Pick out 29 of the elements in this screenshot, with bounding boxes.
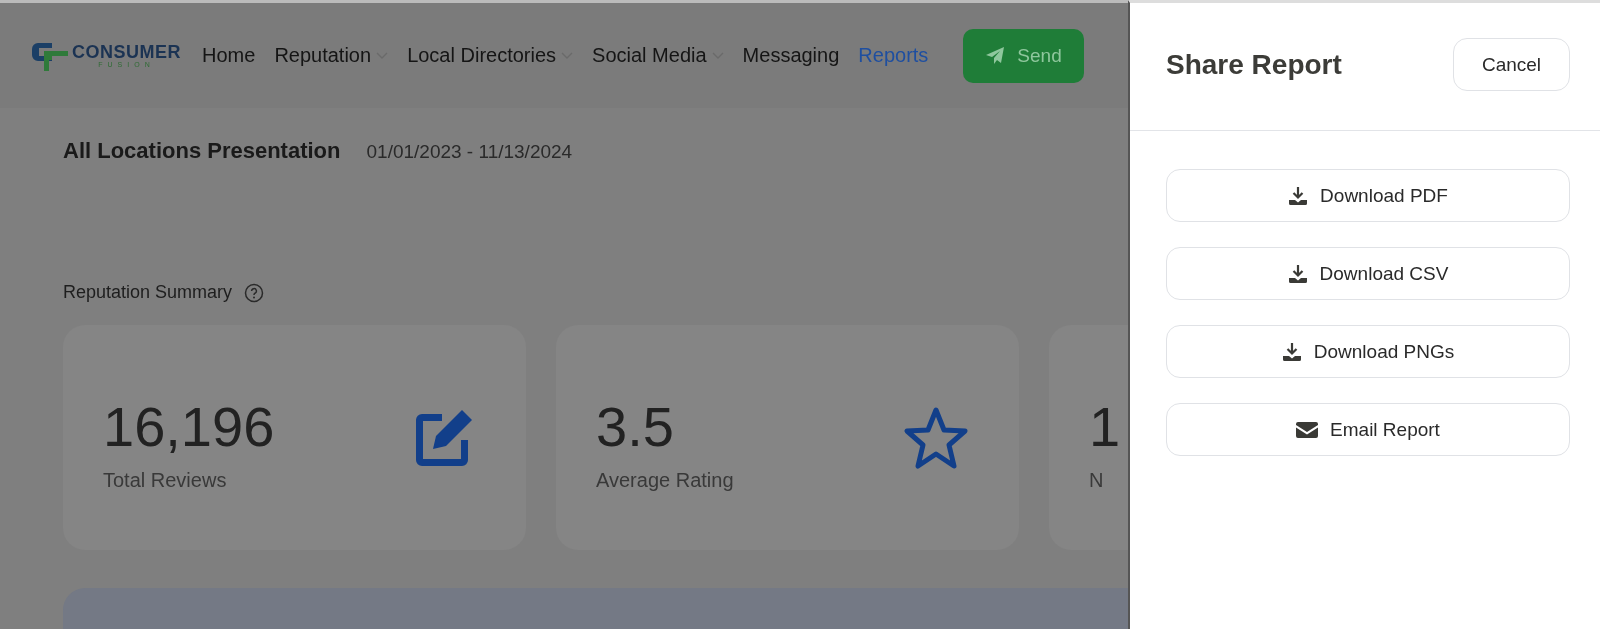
nav-link[interactable]: Local Directories <box>407 44 574 67</box>
report-title: All Locations Presentation <box>63 138 341 164</box>
share-action-button[interactable]: Download CSV <box>1166 247 1570 300</box>
stat-value: 16,196 <box>103 393 275 459</box>
logo-name: CONSUMER <box>72 43 181 61</box>
stat-label: N <box>1089 468 1105 492</box>
section-title: Reputation Summary <box>63 282 233 303</box>
stat-label: Total Reviews <box>103 468 228 492</box>
download-icon <box>1281 341 1302 362</box>
cancel-button[interactable]: Cancel <box>1453 38 1570 91</box>
share-action-button[interactable]: Download PDF <box>1166 169 1570 222</box>
share-action-button[interactable]: Email Report <box>1166 403 1570 456</box>
download-icon <box>1287 263 1308 284</box>
download-icon <box>1288 185 1309 206</box>
nav-link[interactable]: Social Media <box>592 44 724 67</box>
date-range: 01/01/2023 - 11/13/2024 <box>366 141 573 163</box>
share-action-button[interactable]: Download PNGs <box>1166 325 1570 378</box>
stat-value: 1 <box>1089 393 1121 459</box>
nav-link[interactable]: Reputation <box>274 44 389 67</box>
help-icon[interactable] <box>244 282 265 303</box>
stat-label: Average Rating <box>596 468 734 492</box>
nav-link[interactable]: Home <box>202 44 256 67</box>
stat-value: 3.5 <box>596 393 675 459</box>
star-icon <box>903 405 969 470</box>
paper-plane-icon <box>985 45 1006 66</box>
envelope-icon <box>1296 421 1319 438</box>
nav-link[interactable]: Messaging <box>742 44 840 67</box>
drawer-title: Share Report <box>1166 48 1342 81</box>
send-button[interactable]: Send <box>963 28 1084 83</box>
